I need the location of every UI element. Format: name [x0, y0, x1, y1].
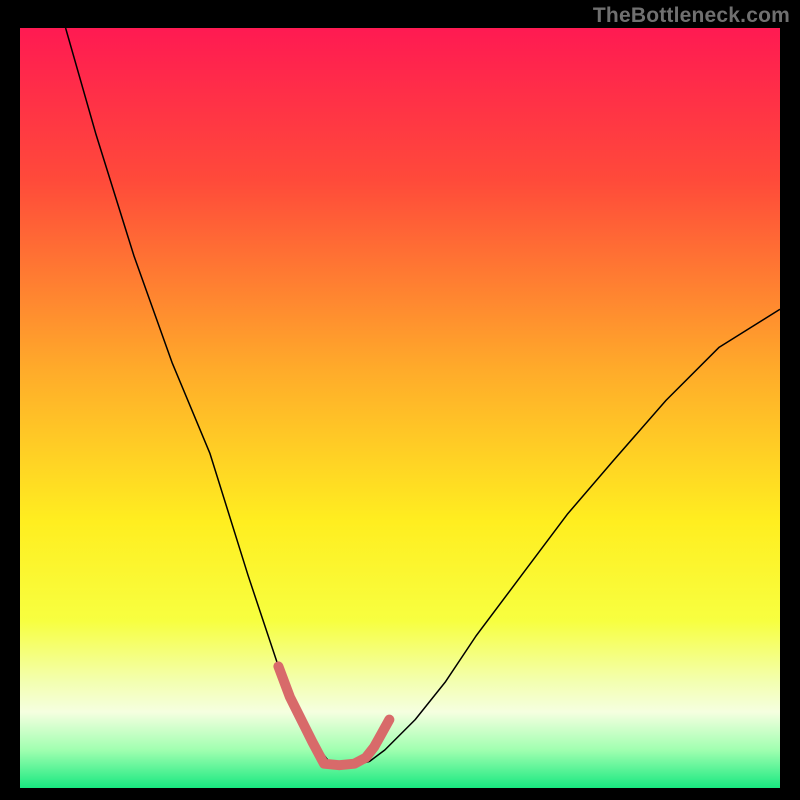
plot-background: [20, 28, 780, 788]
chart-svg: [20, 28, 780, 788]
chart-frame: TheBottleneck.com: [0, 0, 800, 800]
chart-plot: [20, 28, 780, 788]
watermark-text: TheBottleneck.com: [593, 4, 790, 28]
